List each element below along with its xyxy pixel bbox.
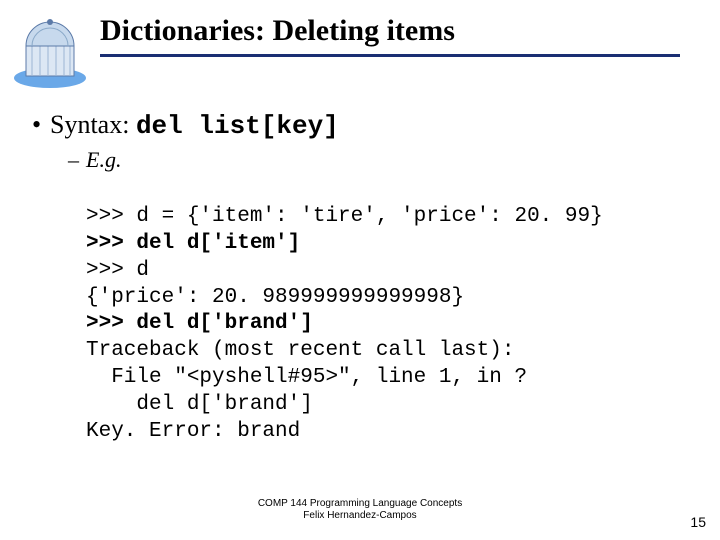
slide-body: •Syntax: del list[key] –E.g. >>> d = {'i…	[32, 110, 682, 446]
page-number: 15	[690, 514, 706, 530]
code-line: Traceback (most recent call last):	[86, 339, 514, 362]
syntax-label: Syntax:	[50, 110, 136, 139]
code-line: >>> d = {'item': 'tire', 'price': 20. 99…	[86, 205, 603, 228]
title-block: Dictionaries: Deleting items	[100, 14, 680, 57]
slide-title: Dictionaries: Deleting items	[100, 14, 680, 48]
eg-label: E.g.	[86, 147, 121, 172]
syntax-code: del list[key]	[136, 111, 339, 141]
code-line: >>> del d['item']	[86, 232, 300, 255]
code-line: >>> d	[86, 259, 149, 282]
code-line: {'price': 20. 989999999999998}	[86, 286, 464, 309]
footer-line-1: COMP 144 Programming Language Concepts	[0, 498, 720, 510]
bullet-dash-icon: –	[68, 147, 86, 173]
code-block: >>> d = {'item': 'tire', 'price': 20. 99…	[86, 177, 682, 446]
bullet-dot-icon: •	[32, 110, 50, 140]
unc-well-logo	[8, 0, 92, 90]
code-line: del d['brand']	[86, 393, 313, 416]
slide: Dictionaries: Deleting items •Syntax: de…	[0, 0, 720, 540]
code-line: >>> del d['brand']	[86, 312, 313, 335]
code-line: Key. Error: brand	[86, 420, 300, 443]
footer: COMP 144 Programming Language Concepts F…	[0, 498, 720, 522]
footer-line-2: Felix Hernandez-Campos	[0, 510, 720, 522]
title-underline	[100, 54, 680, 57]
syntax-line: •Syntax: del list[key]	[32, 110, 682, 141]
eg-line: –E.g.	[68, 147, 682, 173]
code-line: File "<pyshell#95>", line 1, in ?	[86, 366, 527, 389]
